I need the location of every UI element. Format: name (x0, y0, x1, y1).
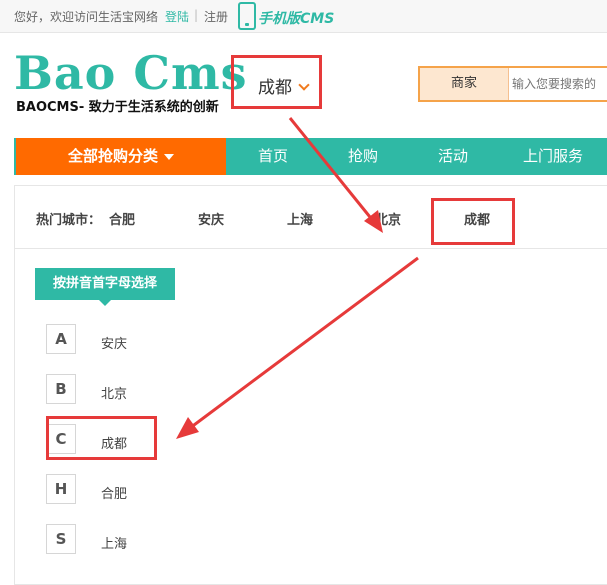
arrow-to-letter-c (176, 256, 419, 439)
annotation-arrows (176, 117, 419, 439)
arrow-to-hot-city (288, 117, 383, 233)
arrow-line (288, 117, 376, 223)
arrow-head (176, 417, 199, 439)
arrow-line (189, 256, 419, 430)
